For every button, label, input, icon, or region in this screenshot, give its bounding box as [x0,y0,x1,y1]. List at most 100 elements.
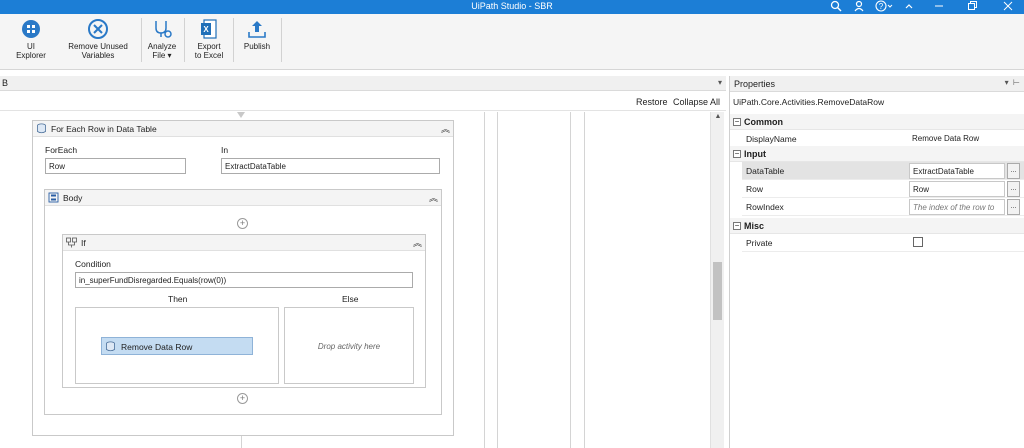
ui-explorer-label-1: UI [27,42,35,51]
in-datatable-input[interactable]: ExtractDataTable [221,158,440,174]
canvas-guide-line [584,112,585,448]
expression-editor-button[interactable]: ... [1007,181,1020,197]
if-condition-icon [66,237,77,248]
datatable-icon [36,123,47,134]
activity-type-name: UiPath.Core.Activities.RemoveDataRow [733,97,885,107]
ribbon-separator [141,18,142,62]
canvas-guide-line [484,112,485,448]
body-activity[interactable]: Body ︽ + If ︽ Condition in_superFundDisr… [44,189,442,415]
property-row-rowindex[interactable]: RowIndex The index of the row to ... [742,198,1024,216]
title-bar: UiPath Studio - SBR ? [0,0,1024,14]
workflow-canvas[interactable]: For Each Row in Data Table ︽ ForEach Row… [0,112,710,448]
user-icon[interactable] [850,0,870,14]
analyze-file-button[interactable]: Analyze File ▾ [144,18,180,60]
displayname-value[interactable]: Remove Data Row [909,131,1005,147]
help-icon[interactable]: ? [874,0,894,14]
else-drop-area[interactable]: Drop activity here [284,307,414,384]
add-activity-icon[interactable]: + [237,393,248,404]
sequence-icon [48,192,59,203]
svg-text:X: X [203,25,209,34]
collapse-category-icon[interactable]: − [733,118,741,126]
restore-link[interactable]: Restore [636,97,668,107]
publish-button[interactable]: Publish [238,18,276,51]
rowindex-value-input[interactable]: The index of the row to [909,199,1005,215]
search-icon[interactable] [826,0,846,14]
panel-options-icon[interactable]: ▾ ⊢ [1005,78,1020,87]
property-key: DataTable [746,166,785,176]
expression-editor-button[interactable]: ... [1007,199,1020,215]
category-label: Misc [744,221,765,231]
foreach-variable-input[interactable]: Row [45,158,186,174]
collapse-category-icon[interactable]: − [733,222,741,230]
analyze-file-label-1: Analyze [147,42,177,51]
then-label: Then [168,294,188,304]
if-header: If ︽ [63,235,425,251]
ribbon-separator [184,18,185,62]
tab-dropdown-icon[interactable]: ▾ [718,78,722,87]
foreach-title: For Each Row in Data Table [51,124,157,134]
remove-unused-label-1: Remove Unused [68,42,128,51]
category-misc[interactable]: − Misc [730,218,1024,234]
in-label: In [221,145,229,155]
private-checkbox[interactable] [913,237,923,247]
export-label-1: Export [197,42,221,51]
category-common[interactable]: − Common [730,114,1024,130]
category-input[interactable]: − Input [730,146,1024,162]
property-row-private[interactable]: Private [742,234,1024,252]
canvas-guide-line [497,112,498,448]
property-row-datatable[interactable]: DataTable ExtractDataTable ... [742,162,1024,180]
condition-input[interactable]: in_superFundDisregarded.Equals(row(0)) [75,272,413,288]
ui-explorer-button[interactable]: UI Explorer [8,18,54,60]
scroll-up-icon[interactable]: ▲ [711,113,725,125]
ui-explorer-label-2: Explorer [16,51,46,60]
body-header: Body ︽ [45,190,441,206]
collapse-icon[interactable]: ︽ [413,236,422,249]
window-title: UiPath Studio - SBR [471,1,553,11]
property-row-row[interactable]: Row Row ... [742,180,1024,198]
close-window-icon[interactable] [998,0,1018,14]
connector-line [241,436,242,448]
collapse-icon[interactable]: ︽ [429,191,438,204]
collapse-category-icon[interactable]: − [733,150,741,158]
row-value-input[interactable]: Row [909,181,1005,197]
drop-activity-placeholder: Drop activity here [317,342,381,351]
category-label: Input [744,149,766,159]
datatable-icon [105,341,116,354]
svg-text:?: ? [879,2,884,11]
datatable-value-input[interactable]: ExtractDataTable [909,163,1005,179]
canvas-guide-line [570,112,571,448]
export-to-excel-button[interactable]: X Export to Excel [190,18,228,60]
foreach-label: ForEach [45,145,78,155]
properties-panel: Properties ▾ ⊢ UiPath.Core.Activities.Re… [729,76,1024,448]
body-title: Body [63,193,83,203]
remove-data-row-activity[interactable]: Remove Data Row [101,337,253,355]
add-activity-icon[interactable]: + [237,218,248,229]
properties-title: Properties [734,79,776,89]
collapse-icon[interactable]: ︽ [441,122,450,135]
else-label: Else [342,294,359,304]
ribbon-toolbar: UI Explorer Remove Unused Variables Anal… [0,14,1024,70]
publish-label: Publish [243,42,271,51]
ribbon-collapse-icon[interactable] [899,0,919,14]
if-title: If [81,238,86,248]
export-label-2: to Excel [194,51,224,60]
if-activity[interactable]: If ︽ Condition in_superFundDisregarded.E… [62,234,426,388]
analyze-file-label-2: File ▾ [152,51,172,60]
ui-explorer-icon [20,18,42,40]
restore-window-icon[interactable] [962,0,982,14]
ribbon-separator [281,18,282,62]
remove-unused-variables-button[interactable]: Remove Unused Variables [62,18,134,60]
flow-arrow [237,112,245,118]
properties-header: Properties ▾ ⊢ [730,76,1024,92]
category-label: Common [744,117,783,127]
then-drop-area[interactable]: Remove Data Row [75,307,279,384]
collapse-all-link[interactable]: Collapse All [673,97,720,107]
scroll-thumb[interactable] [713,262,722,320]
minimize-icon[interactable] [929,0,949,14]
property-key: DisplayName [746,134,797,144]
canvas-vertical-scrollbar[interactable]: ▲ [710,112,724,448]
expression-editor-button[interactable]: ... [1007,163,1020,179]
foreach-row-activity[interactable]: For Each Row in Data Table ︽ ForEach Row… [32,120,454,436]
designer-tab-header: B ▾ [0,76,726,91]
designer-tab[interactable]: B [2,78,8,88]
